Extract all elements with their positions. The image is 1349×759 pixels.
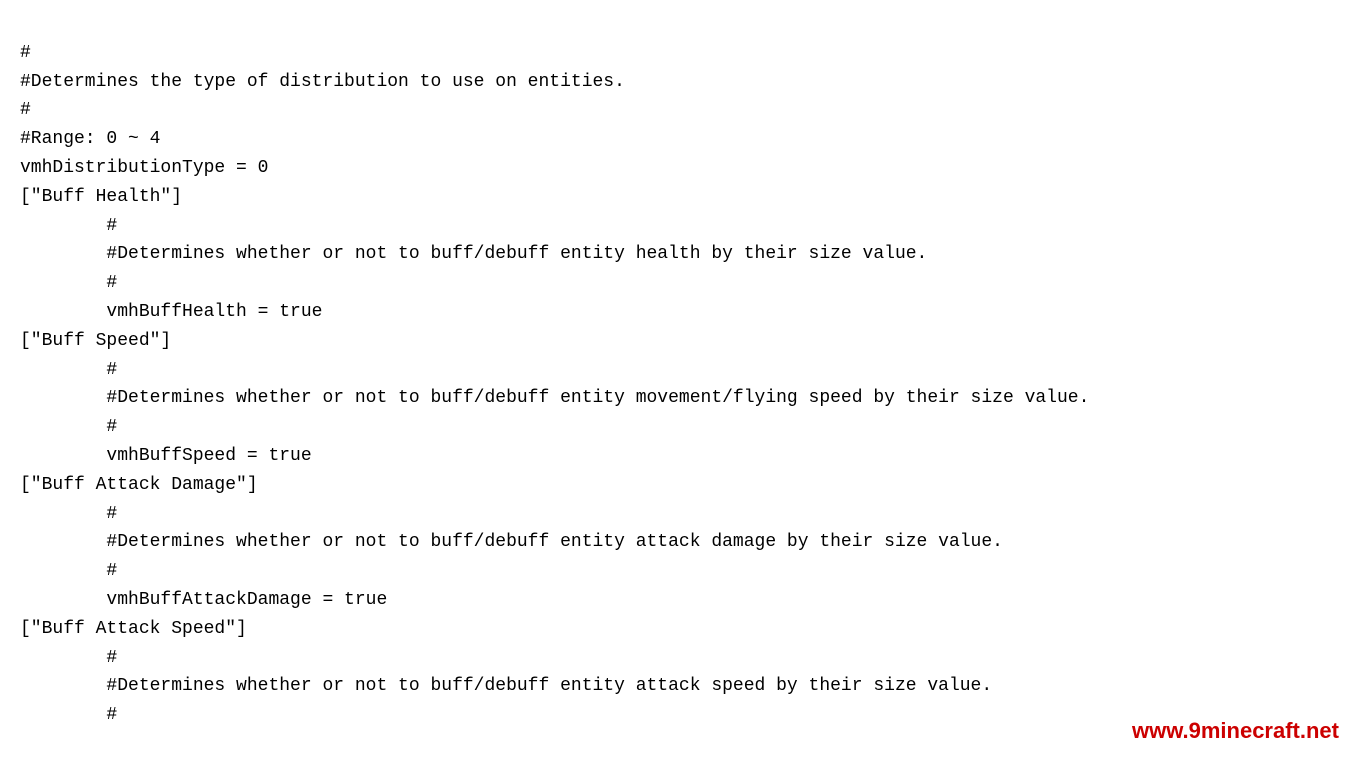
code-line: # [20, 212, 1329, 241]
code-line: # [20, 500, 1329, 529]
code-line: ["Buff Health"] [20, 183, 1329, 212]
code-line: ["Buff Attack Damage"] [20, 471, 1329, 500]
code-content: ##Determines the type of distribution to… [20, 10, 1329, 730]
code-line: #Determines whether or not to buff/debuf… [20, 528, 1329, 557]
code-line: ["Buff Attack Speed"] [20, 615, 1329, 644]
code-line: vmhBuffSpeed = true [20, 442, 1329, 471]
code-line: vmhBuffAttackDamage = true [20, 586, 1329, 615]
code-line: # [20, 96, 1329, 125]
code-line: # [20, 356, 1329, 385]
code-line: #Determines whether or not to buff/debuf… [20, 240, 1329, 269]
code-line: ["Buff Speed"] [20, 327, 1329, 356]
code-line: # [20, 557, 1329, 586]
watermark: www.9minecraft.net [1132, 718, 1339, 744]
code-line: # [20, 269, 1329, 298]
code-line: # [20, 413, 1329, 442]
code-line: # [20, 644, 1329, 673]
code-line: #Determines whether or not to buff/debuf… [20, 384, 1329, 413]
code-line: vmhBuffHealth = true [20, 298, 1329, 327]
code-line: #Determines the type of distribution to … [20, 68, 1329, 97]
code-line: #Determines whether or not to buff/debuf… [20, 672, 1329, 701]
code-line: #Range: 0 ~ 4 [20, 125, 1329, 154]
code-line: # [20, 39, 1329, 68]
code-line: vmhDistributionType = 0 [20, 154, 1329, 183]
